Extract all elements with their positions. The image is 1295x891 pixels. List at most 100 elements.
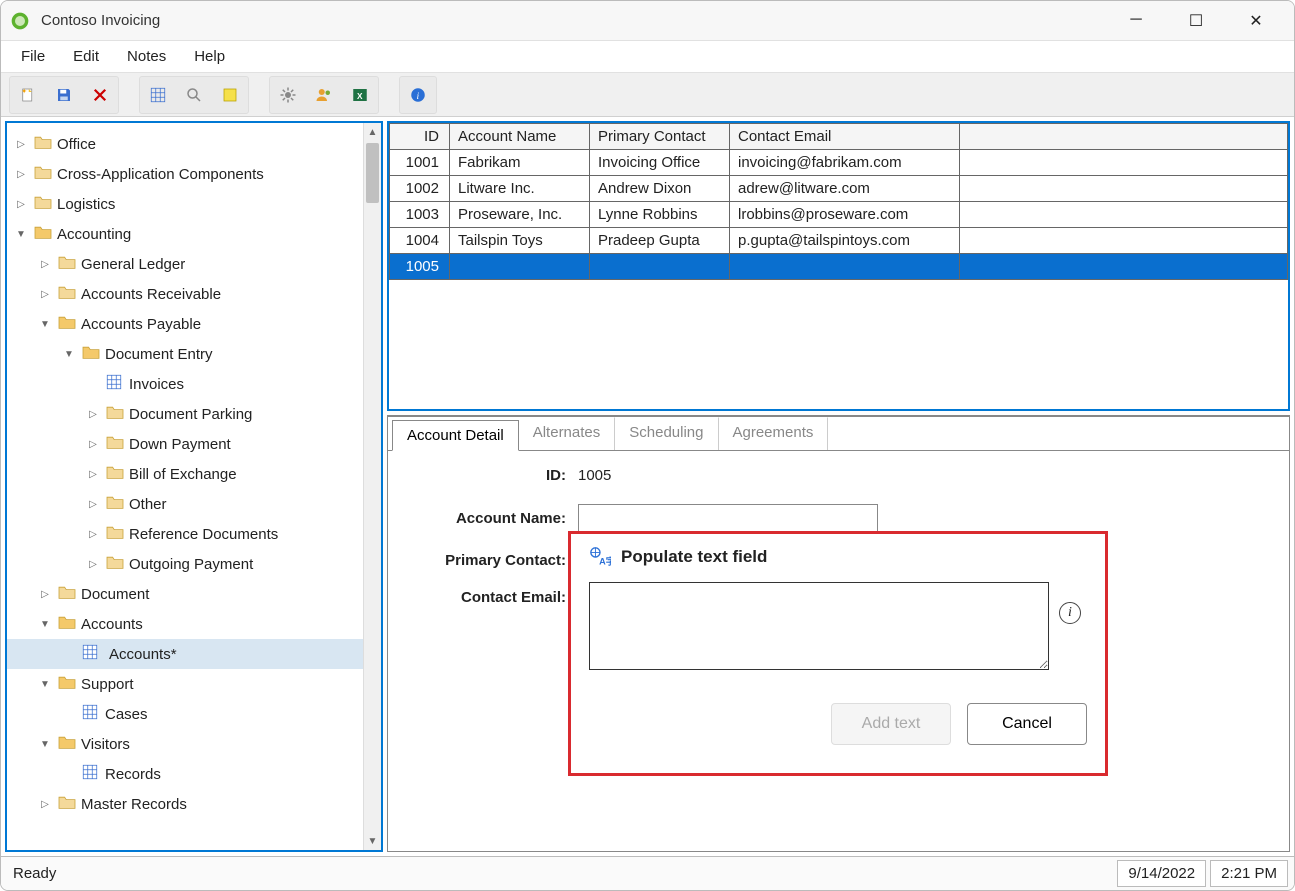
cancel-button[interactable]: Cancel	[967, 703, 1087, 745]
cell-name: Proseware, Inc.	[450, 202, 590, 228]
tree-item[interactable]: ▼Accounts Payable	[7, 309, 363, 339]
tree-item[interactable]: ▷Down Payment	[7, 429, 363, 459]
table-row[interactable]: 1002Litware Inc.Andrew Dixonadrew@litwar…	[390, 176, 1288, 202]
expand-closed-icon[interactable]: ▷	[13, 199, 29, 210]
table-row[interactable]: 1003Proseware, Inc.Lynne Robbinslrobbins…	[390, 202, 1288, 228]
scrollbar[interactable]: ▲ ▼	[363, 123, 381, 850]
info-icon[interactable]: i	[402, 79, 434, 111]
expand-closed-icon[interactable]: ▷	[13, 169, 29, 180]
grid-panel: ID Account Name Primary Contact Contact …	[387, 121, 1290, 411]
new-document-icon[interactable]: ✦	[12, 79, 44, 111]
tree-item-label: Cross-Application Components	[57, 166, 264, 183]
folder-icon	[57, 794, 77, 814]
tree-item[interactable]: ▼Accounting	[7, 219, 363, 249]
add-text-button[interactable]: Add text	[831, 703, 951, 745]
expand-closed-icon[interactable]: ▷	[85, 529, 101, 540]
expand-closed-icon[interactable]: ▷	[85, 499, 101, 510]
expand-closed-icon[interactable]: ▷	[85, 439, 101, 450]
toolbar: ✦ X i	[1, 73, 1294, 117]
tree-item[interactable]: Invoices	[7, 369, 363, 399]
popup-textarea[interactable]	[589, 582, 1049, 670]
tree-item[interactable]: ▷Logistics	[7, 189, 363, 219]
cell-contact: Pradeep Gupta	[590, 228, 730, 254]
table-row[interactable]: 1005	[390, 254, 1288, 280]
account-name-input[interactable]	[578, 504, 878, 532]
expand-closed-icon[interactable]: ▷	[85, 409, 101, 420]
grid-icon	[81, 763, 101, 785]
tree-item[interactable]: ▼ Visitors	[7, 729, 363, 759]
expand-closed-icon[interactable]: ▷	[13, 139, 29, 150]
tree-view[interactable]: ▷Office▷Cross-Application Components▷Log…	[7, 123, 363, 850]
table-row[interactable]: 1001FabrikamInvoicing Officeinvoicing@fa…	[390, 150, 1288, 176]
expand-closed-icon[interactable]: ▷	[85, 559, 101, 570]
menu-file[interactable]: File	[9, 46, 57, 67]
accounts-table[interactable]: ID Account Name Primary Contact Contact …	[389, 123, 1288, 280]
scroll-thumb[interactable]	[366, 143, 379, 203]
tree-item[interactable]: ▷Document Parking	[7, 399, 363, 429]
scroll-down-icon[interactable]: ▼	[364, 832, 381, 850]
expand-open-icon[interactable]: ▼	[37, 319, 53, 330]
tree-item[interactable]: Records	[7, 759, 363, 789]
menu-help[interactable]: Help	[182, 46, 237, 67]
tab-scheduling[interactable]: Scheduling	[615, 417, 718, 450]
users-icon[interactable]	[308, 79, 340, 111]
expand-closed-icon[interactable]: ▷	[37, 289, 53, 300]
folder-icon	[57, 734, 77, 754]
tab-account-detail[interactable]: Account Detail	[392, 420, 519, 451]
scroll-up-icon[interactable]: ▲	[364, 123, 381, 141]
excel-icon[interactable]: X	[344, 79, 376, 111]
tree-item[interactable]: ▼Accounts	[7, 609, 363, 639]
col-account-name[interactable]: Account Name	[450, 124, 590, 150]
expand-closed-icon[interactable]: ▷	[37, 589, 53, 600]
tree-item[interactable]: ▷Accounts Receivable	[7, 279, 363, 309]
expand-open-icon[interactable]: ▼	[37, 619, 53, 630]
grid-icon	[81, 703, 101, 725]
delete-icon[interactable]	[84, 79, 116, 111]
tree-item[interactable]: Accounts*	[7, 639, 363, 669]
expand-closed-icon[interactable]: ▷	[37, 799, 53, 810]
tree-item[interactable]: ▷ Master Records	[7, 789, 363, 819]
tree-item[interactable]: ▷Other	[7, 489, 363, 519]
tree-item[interactable]: ▷ Outgoing Payment	[7, 549, 363, 579]
grid-icon[interactable]	[142, 79, 174, 111]
maximize-button[interactable]: ☐	[1178, 11, 1214, 31]
menu-notes[interactable]: Notes	[115, 46, 178, 67]
tree-item-label: Outgoing Payment	[129, 556, 253, 573]
cell-email: invoicing@fabrikam.com	[730, 150, 960, 176]
gear-icon[interactable]	[272, 79, 304, 111]
expand-open-icon[interactable]: ▼	[61, 349, 77, 360]
menu-edit[interactable]: Edit	[61, 46, 111, 67]
tree-item[interactable]: ▷ General Ledger	[7, 249, 363, 279]
tree-item[interactable]: ▼Support	[7, 669, 363, 699]
col-id[interactable]: ID	[390, 124, 450, 150]
col-contact-email[interactable]: Contact Email	[730, 124, 960, 150]
tree-item-label: Master Records	[81, 796, 187, 813]
tree-item[interactable]: ▷Document	[7, 579, 363, 609]
save-icon[interactable]	[48, 79, 80, 111]
expand-closed-icon[interactable]: ▷	[85, 469, 101, 480]
col-primary-contact[interactable]: Primary Contact	[590, 124, 730, 150]
close-button[interactable]: ✕	[1238, 11, 1274, 31]
cell-contact: Andrew Dixon	[590, 176, 730, 202]
tab-alternates[interactable]: Alternates	[519, 417, 616, 450]
search-icon[interactable]	[178, 79, 210, 111]
note-icon[interactable]	[214, 79, 246, 111]
expand-open-icon[interactable]: ▼	[37, 679, 53, 690]
tree-item-label: Visitors	[81, 736, 130, 753]
minimize-button[interactable]: ─	[1118, 11, 1154, 31]
tree-item[interactable]: ▷Office	[7, 129, 363, 159]
tree-item[interactable]: ▷Bill of Exchange	[7, 459, 363, 489]
tree-item[interactable]: ▼Document Entry	[7, 339, 363, 369]
popup-info-icon[interactable]: i	[1059, 602, 1081, 624]
tree-item[interactable]: ▷ Cross-Application Components	[7, 159, 363, 189]
table-row[interactable]: 1004Tailspin ToysPradeep Guptap.gupta@ta…	[390, 228, 1288, 254]
menubar: File Edit Notes Help	[1, 41, 1294, 73]
expand-open-icon[interactable]: ▼	[37, 739, 53, 750]
tree-item[interactable]: Cases	[7, 699, 363, 729]
tree-item[interactable]: ▷Reference Documents	[7, 519, 363, 549]
expand-open-icon[interactable]: ▼	[13, 229, 29, 240]
folder-icon	[57, 584, 77, 604]
tree-item-label: General Ledger	[81, 256, 185, 273]
tab-agreements[interactable]: Agreements	[719, 417, 829, 450]
expand-closed-icon[interactable]: ▷	[37, 259, 53, 270]
